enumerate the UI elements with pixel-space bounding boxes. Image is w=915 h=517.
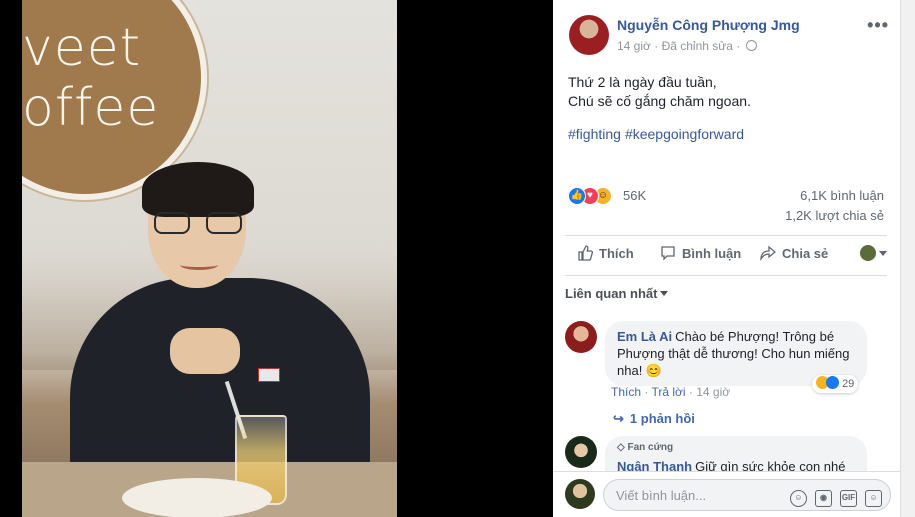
reaction-count[interactable]: 56K bbox=[623, 188, 646, 203]
comment-label: Bình luận bbox=[682, 246, 742, 261]
post-meta: 14 giờ · Đã chỉnh sửa · bbox=[617, 39, 757, 53]
post-side-panel: Nguyễn Công Phượng Jmg 14 giờ · Đã chỉnh… bbox=[553, 0, 900, 517]
globe-icon bbox=[745, 40, 757, 51]
commenter-name[interactable]: Em Là Ai bbox=[617, 329, 672, 344]
replies-label: 1 phản hồi bbox=[629, 411, 695, 426]
diamond-icon: ◇ bbox=[617, 442, 625, 453]
share-count[interactable]: 1,2K lượt chia sẻ bbox=[785, 208, 884, 223]
gif-icon[interactable]: GIF bbox=[840, 490, 857, 507]
comment-count[interactable]: 6,1K bình luận bbox=[800, 188, 884, 203]
comment-item: Em Là Ai Chào bé Phượng! Trông bé Phượng … bbox=[565, 321, 885, 431]
viewer-avatar[interactable] bbox=[565, 479, 595, 509]
reply-arrow-icon: ↪ bbox=[613, 411, 624, 426]
comment-button[interactable]: Bình luận bbox=[660, 245, 741, 261]
person-hair bbox=[142, 162, 254, 217]
comment-reactions[interactable]: 29 bbox=[812, 375, 859, 393]
post-text-line-2: Chú sẽ cố gắng chăm ngoan. bbox=[568, 93, 751, 109]
glasses bbox=[154, 212, 242, 234]
sort-label: Liên quan nhất bbox=[565, 286, 658, 301]
share-button[interactable]: Chia sẻ bbox=[760, 245, 828, 261]
hashtag-link[interactable]: #keepgoingforward bbox=[625, 126, 744, 142]
like-button[interactable]: Thích bbox=[577, 245, 634, 261]
view-replies-link[interactable]: ↪ 1 phản hồi bbox=[613, 411, 695, 427]
cafe-logo-text: veet offee bbox=[22, 18, 160, 138]
sticker-icon[interactable]: ☺ bbox=[865, 490, 882, 507]
post-time[interactable]: 14 giờ bbox=[617, 39, 651, 53]
hashtag-link[interactable]: #fighting bbox=[568, 126, 621, 142]
more-options-icon[interactable]: ••• bbox=[867, 15, 889, 36]
commenter-avatar[interactable] bbox=[565, 321, 597, 353]
comment-icon bbox=[661, 246, 675, 261]
share-icon bbox=[760, 245, 776, 261]
fan-badge-label: Fan cứng bbox=[627, 442, 674, 453]
like-reaction-icon: 👍 bbox=[568, 187, 586, 205]
v-sign-hand bbox=[170, 328, 240, 374]
post-header: Nguyễn Công Phượng Jmg 14 giờ · Đã chỉnh… bbox=[569, 15, 889, 59]
comment-composer: Viết bình luận... ☺ ◉ GIF ☺ bbox=[553, 471, 900, 517]
emoji-icon[interactable]: ☺ bbox=[790, 490, 807, 507]
sweater-logo bbox=[258, 368, 280, 382]
author-avatar[interactable] bbox=[569, 15, 609, 55]
camera-icon[interactable]: ◉ bbox=[815, 490, 832, 507]
scrollbar[interactable] bbox=[900, 0, 915, 517]
like-label: Thích bbox=[599, 246, 634, 261]
chevron-down-icon bbox=[660, 291, 669, 296]
comment-input[interactable]: Viết bình luận... ☺ ◉ GIF ☺ bbox=[603, 479, 891, 511]
hashtags: #fighting #keepgoingforward bbox=[568, 126, 748, 142]
post-as-selector[interactable] bbox=[860, 245, 887, 263]
commenter-avatar[interactable] bbox=[565, 436, 597, 468]
photo-viewer: veet offee Nguyễn Công Phượng Jmg 14 giờ… bbox=[0, 0, 915, 517]
comment-time[interactable]: 14 giờ bbox=[696, 385, 730, 399]
comment-reaction-count: 29 bbox=[842, 378, 855, 390]
fan-badge: ◇ Fan cứng bbox=[617, 439, 855, 456]
plate bbox=[122, 478, 272, 517]
comment-sort-dropdown[interactable]: Liên quan nhất bbox=[565, 286, 669, 301]
post-text-line-1: Thứ 2 là ngày đầu tuần, bbox=[568, 74, 717, 90]
post-photo[interactable]: veet offee bbox=[22, 0, 397, 517]
smile bbox=[180, 260, 218, 270]
divider bbox=[565, 235, 887, 236]
like-reaction-icon bbox=[826, 376, 839, 389]
viewer-avatar bbox=[860, 245, 876, 261]
composer-icons: ☺ ◉ GIF ☺ bbox=[782, 487, 882, 507]
comment-input-placeholder: Viết bình luận... bbox=[616, 488, 707, 503]
edited-label[interactable]: Đã chỉnh sửa bbox=[662, 39, 733, 53]
chevron-down-icon bbox=[879, 251, 887, 256]
comment-item: ◇ Fan cứng Ngân Thanh Giữ gìn sức khỏe co… bbox=[565, 436, 885, 499]
comment-reply-link[interactable]: Trả lời bbox=[651, 385, 685, 399]
post-text: Thứ 2 là ngày đầu tuần, Chú sẽ cố gắng c… bbox=[568, 73, 751, 111]
thumbs-up-icon bbox=[578, 245, 593, 261]
share-label: Chia sẻ bbox=[782, 246, 829, 261]
divider bbox=[565, 275, 887, 276]
comment-meta: Thích · Trả lời · 14 giờ bbox=[611, 385, 731, 399]
action-bar: Thích Bình luận Chia sẻ bbox=[565, 241, 887, 271]
author-name[interactable]: Nguyễn Công Phượng Jmg bbox=[617, 17, 800, 33]
comment-like-link[interactable]: Thích bbox=[611, 385, 641, 399]
